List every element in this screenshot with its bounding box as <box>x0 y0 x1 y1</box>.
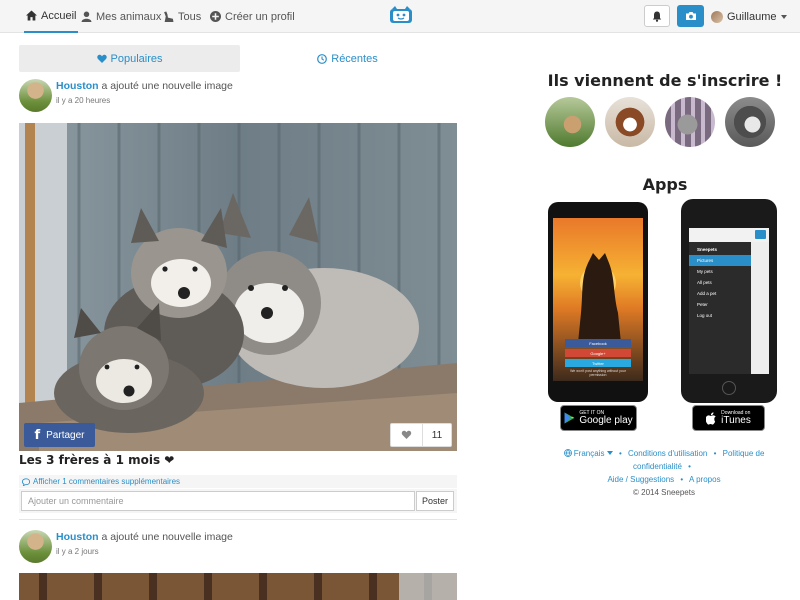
nav-home-label: Accueil <box>41 9 77 22</box>
tab-popular-label: Populaires <box>110 52 163 65</box>
post-header: Houston a ajouté une nouvelle image <box>56 80 233 92</box>
nav-all-label: Tous <box>178 10 202 23</box>
iphone-menu-item: My pets <box>697 269 713 274</box>
google-play-bottom: Google play <box>579 414 633 426</box>
iphone-menu-item: Sneepets <box>697 247 718 252</box>
post-photo[interactable] <box>19 123 457 451</box>
nav-my-pets-label: Mes animaux <box>96 10 162 23</box>
post-comment-button[interactable]: Poster <box>416 491 454 511</box>
android-screen: Facebook Google+ Twitter We won't post a… <box>553 218 643 381</box>
upload-photo-button[interactable] <box>677 5 704 27</box>
heart-icon <box>96 54 107 63</box>
post-action-text: a ajouté une nouvelle image <box>98 80 233 92</box>
terms-link[interactable]: Conditions d'utilisation <box>628 449 707 458</box>
bell-icon <box>652 11 662 22</box>
show-more-comments-link[interactable]: Afficher 1 commentaires supplémentaires <box>19 475 457 488</box>
new-member-avatar[interactable] <box>725 97 775 147</box>
google-play-badge[interactable]: GET IT ON Google play <box>560 405 637 431</box>
user-menu[interactable]: Guillaume <box>711 0 787 33</box>
new-members-title: Ils viennent de s'inscrire ! <box>547 71 783 90</box>
iphone-menu-item: All pets <box>697 280 712 285</box>
globe-icon <box>563 449 572 457</box>
post-caption: Les 3 frères à 1 mois ❤ <box>19 453 175 467</box>
copyright: © 2014 Sneepets <box>633 488 695 497</box>
sneepets-logo-icon[interactable] <box>389 6 413 26</box>
iphone-screen: Sneepets Pictures My pets All pets Add a… <box>689 228 769 374</box>
user-icon <box>81 11 92 22</box>
google-play-text: GET IT ON Google play <box>579 410 633 426</box>
google-play-icon <box>564 412 575 424</box>
chevron-down-icon <box>606 451 613 455</box>
heart-icon <box>401 430 412 439</box>
comment-icon <box>22 477 30 486</box>
new-member-avatar[interactable] <box>545 97 595 147</box>
sidebar-footer: Français • Conditions d'utilisation • Po… <box>538 447 790 499</box>
puppies-photo <box>19 123 457 451</box>
android-twitter-button: Twitter <box>565 359 631 367</box>
like-button[interactable] <box>391 424 423 446</box>
itunes-bottom: iTunes <box>721 414 751 426</box>
nav-all[interactable]: Tous <box>163 0 201 33</box>
itunes-badge[interactable]: Download on iTunes <box>692 405 765 431</box>
new-member-avatar[interactable] <box>665 97 715 147</box>
post-photo[interactable] <box>19 573 457 600</box>
android-google-button: Google+ <box>565 349 631 357</box>
tab-popular[interactable]: Populaires <box>19 45 240 72</box>
iphone-menu-item: Pictures <box>689 255 751 266</box>
iphone-menu-item: Peter <box>697 302 708 307</box>
post-timestamp: il y a 2 jours <box>56 547 99 556</box>
iphone-menu-item: Log out <box>697 313 713 318</box>
camera-icon <box>685 12 696 20</box>
android-tagline: We won't post anything without your perm… <box>570 369 626 377</box>
apps-title: Apps <box>642 175 688 194</box>
avatar[interactable] <box>19 530 52 563</box>
iphone-menu: Sneepets Pictures My pets All pets Add a… <box>689 244 751 321</box>
tab-recent[interactable]: Récentes <box>237 45 458 72</box>
top-navbar: Accueil Mes animaux Tous Créer un profil… <box>0 0 800 33</box>
tab-recent-label: Récentes <box>331 52 378 65</box>
nav-my-pets[interactable]: Mes animaux <box>81 0 161 33</box>
facebook-icon: f <box>34 427 41 443</box>
iphone-mockup: Sneepets Pictures My pets All pets Add a… <box>681 199 777 403</box>
avatar <box>711 10 723 23</box>
notifications-button[interactable] <box>644 5 670 27</box>
user-name: Guillaume <box>727 10 777 23</box>
plus-circle-icon <box>210 11 221 22</box>
iphone-menu-item: Add a pet <box>697 291 717 296</box>
new-member-avatar[interactable] <box>605 97 655 147</box>
dog-icon <box>164 11 174 22</box>
apple-icon <box>706 411 716 425</box>
android-phone-mockup: Facebook Google+ Twitter We won't post a… <box>548 202 648 402</box>
android-facebook-button: Facebook <box>565 339 631 347</box>
comment-input[interactable]: Ajouter un commentaire <box>21 491 415 511</box>
clock-icon <box>317 53 328 64</box>
like-widget: 11 <box>390 423 452 447</box>
itunes-text: Download on iTunes <box>721 410 751 426</box>
language-selector[interactable]: Français <box>563 449 613 458</box>
about-link[interactable]: A propos <box>689 475 721 484</box>
share-facebook-button[interactable]: f Partager <box>24 423 95 447</box>
nav-create-profile-label: Créer un profil <box>225 10 295 23</box>
share-button-label: Partager <box>46 429 85 441</box>
nav-home[interactable]: Accueil <box>24 0 79 33</box>
post-author-link[interactable]: Houston <box>56 80 99 92</box>
language-label: Français <box>573 449 605 458</box>
post-timestamp: il y a 20 heures <box>56 96 111 105</box>
post-author-link[interactable]: Houston <box>56 531 99 543</box>
nav-create-profile[interactable]: Créer un profil <box>210 0 295 33</box>
chevron-down-icon <box>780 14 787 19</box>
post-header: Houston a ajouté une nouvelle image <box>56 531 233 543</box>
post-action-text: a ajouté une nouvelle image <box>98 531 233 543</box>
divider <box>19 519 457 520</box>
like-count: 11 <box>431 429 443 441</box>
help-link[interactable]: Aide / Suggestions <box>607 475 674 484</box>
home-icon <box>26 10 37 21</box>
fence-photo <box>19 573 457 600</box>
avatar[interactable] <box>19 79 52 112</box>
show-more-comments-label: Afficher 1 commentaires supplémentaires <box>33 477 181 486</box>
